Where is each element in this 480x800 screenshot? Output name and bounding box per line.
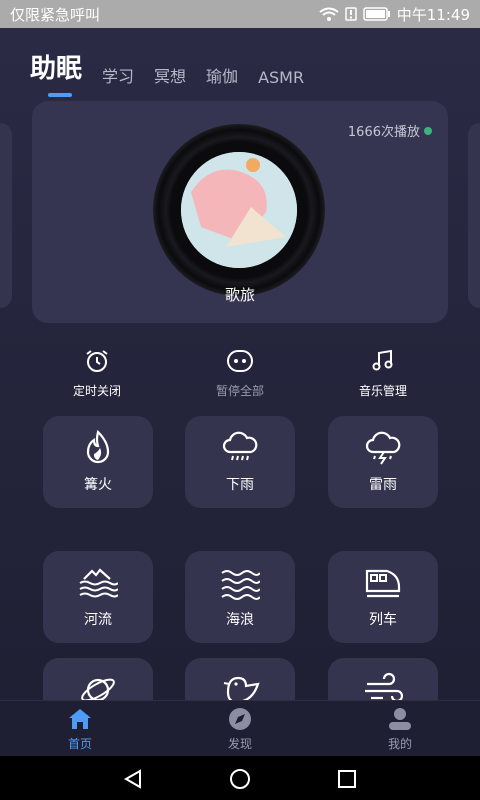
status-bar: 仅限紧急呼叫 中午11:49 bbox=[0, 0, 480, 28]
sound-tile-rain[interactable]: 下雨 bbox=[185, 416, 295, 508]
song-title: 歌旅 bbox=[224, 286, 255, 304]
sound-tile-thunderstorm[interactable]: 雷雨 bbox=[328, 416, 438, 508]
back-icon[interactable] bbox=[122, 768, 144, 790]
pause-all-icon bbox=[227, 350, 253, 372]
tab-sleep[interactable]: 助眠 bbox=[30, 48, 82, 97]
vinyl-record[interactable] bbox=[153, 124, 325, 296]
bottom-nav: 首页 发现 我的 bbox=[0, 700, 480, 756]
carousel-prev-card[interactable] bbox=[0, 123, 12, 308]
rain-cloud-icon bbox=[222, 431, 258, 461]
recents-icon[interactable] bbox=[336, 768, 358, 790]
sound-tile-campfire[interactable]: 篝火 bbox=[43, 416, 153, 508]
app-screen: 助眠 学习 冥想 瑜伽 ASMR 1666次播放 歌旅 定时关闭 暂停全部 音乐… bbox=[0, 28, 480, 756]
sound-tile-waves[interactable]: 海浪 bbox=[185, 551, 295, 643]
profile-icon bbox=[389, 708, 411, 730]
carrier-text: 仅限紧急呼叫 bbox=[10, 5, 101, 24]
player-card[interactable]: 1666次播放 歌旅 bbox=[32, 101, 448, 323]
train-icon bbox=[365, 569, 401, 598]
tab-asmr[interactable]: ASMR bbox=[258, 68, 304, 91]
nav-home-label: 首页 bbox=[67, 737, 92, 751]
music-note-icon bbox=[372, 349, 393, 371]
campfire-icon bbox=[86, 430, 110, 464]
timer-off-button[interactable]: 定时关闭 bbox=[37, 348, 157, 399]
category-tabs: 助眠 学习 冥想 瑜伽 ASMR bbox=[30, 48, 304, 97]
play-count-text: 1666次播放 bbox=[347, 125, 420, 140]
nav-profile-label: 我的 bbox=[387, 737, 412, 751]
thunderstorm-icon bbox=[365, 431, 401, 465]
river-icon bbox=[79, 568, 118, 598]
music-manage-label: 音乐管理 bbox=[358, 384, 407, 398]
timer-off-label: 定时关闭 bbox=[72, 384, 121, 398]
album-cover bbox=[181, 152, 297, 268]
player-controls: 定时关闭 暂停全部 音乐管理 bbox=[0, 348, 480, 398]
sim-alert-icon bbox=[345, 7, 357, 21]
nav-profile[interactable]: 我的 bbox=[340, 707, 460, 752]
alarm-clock-icon bbox=[86, 350, 108, 372]
sound-tile-river[interactable]: 河流 bbox=[43, 551, 153, 643]
pause-all-button[interactable]: 暂停全部 bbox=[180, 348, 300, 399]
pause-all-label: 暂停全部 bbox=[215, 384, 264, 398]
nav-discover-label: 发现 bbox=[227, 737, 252, 751]
sound-label: 列车 bbox=[369, 612, 397, 628]
sound-label: 下雨 bbox=[226, 477, 254, 493]
status-time: 中午11:49 bbox=[396, 5, 470, 24]
system-nav-bar bbox=[0, 756, 480, 800]
play-count: 1666次播放 bbox=[348, 121, 432, 140]
waves-icon bbox=[221, 570, 260, 600]
sound-label: 海浪 bbox=[226, 612, 254, 628]
tab-yoga[interactable]: 瑜伽 bbox=[206, 63, 238, 91]
nav-home[interactable]: 首页 bbox=[20, 707, 140, 752]
tab-meditation[interactable]: 冥想 bbox=[154, 63, 186, 91]
battery-icon bbox=[363, 7, 390, 21]
nav-discover[interactable]: 发现 bbox=[180, 707, 300, 752]
sound-label: 雷雨 bbox=[369, 477, 397, 493]
status-icons: 中午11:49 bbox=[319, 4, 470, 25]
tab-study[interactable]: 学习 bbox=[102, 63, 134, 91]
home-icon bbox=[69, 709, 91, 729]
sound-tile-train[interactable]: 列车 bbox=[328, 551, 438, 643]
sound-label: 篝火 bbox=[84, 477, 112, 493]
compass-icon bbox=[229, 708, 251, 730]
playing-indicator-icon bbox=[424, 126, 432, 135]
wifi-icon bbox=[319, 7, 339, 21]
music-manage-button[interactable]: 音乐管理 bbox=[323, 348, 443, 399]
home-button-icon[interactable] bbox=[229, 768, 251, 790]
carousel-next-card[interactable] bbox=[468, 123, 480, 308]
sound-label: 河流 bbox=[84, 612, 112, 628]
